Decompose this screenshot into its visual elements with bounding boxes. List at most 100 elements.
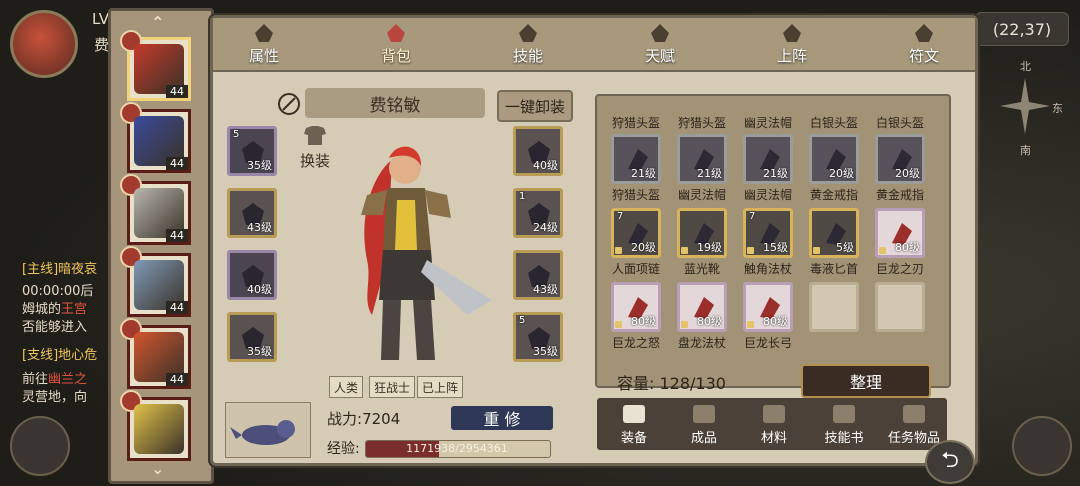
item-name: 白银头盔 <box>809 116 858 130</box>
hero-tag: 狂战士 <box>369 376 416 398</box>
item-count: 7 <box>617 211 624 222</box>
bag-item[interactable]: 80级 <box>677 282 727 332</box>
bag-tab-3[interactable]: 技能书 <box>811 398 877 450</box>
item-name: 巨龙之刃 <box>875 262 924 276</box>
bag-item[interactable]: 19级 <box>677 208 727 258</box>
reforge-button[interactable]: 重 修 <box>451 406 553 430</box>
scroll-up-icon[interactable]: ⌃ <box>151 13 164 32</box>
tab-2[interactable]: 技能 <box>493 18 563 70</box>
empty-bag-slot[interactable] <box>809 282 859 332</box>
item-name: 巨龙之怒 <box>611 336 660 350</box>
side-quest-desc: 前往幽兰之 <box>22 372 88 387</box>
bag-item[interactable]: 21级 <box>677 134 727 184</box>
main-quest-desc: 姆城的王宫 <box>22 302 88 317</box>
item-name: 幽灵法帽 <box>743 188 792 202</box>
unequip-all-button[interactable]: 一键卸装 <box>497 90 573 122</box>
combat-power-value: 7204 <box>362 410 401 428</box>
character-card[interactable]: 44 <box>120 318 191 389</box>
tab-5[interactable]: 符文 <box>889 18 959 70</box>
item-name: 幽灵法帽 <box>743 116 792 130</box>
bag-item[interactable]: 80级 <box>875 208 925 258</box>
bag-item[interactable]: 7 20级 <box>611 208 661 258</box>
scroll-down-icon[interactable]: ⌄ <box>151 459 164 478</box>
equip-slot-left[interactable]: 40级 <box>227 250 277 300</box>
bag-tab-label: 技能书 <box>824 431 864 446</box>
bag-item[interactable]: 21级 <box>743 134 793 184</box>
equip-slot-right[interactable]: 1 24级 <box>513 188 563 238</box>
slot-level: 35级 <box>247 159 272 172</box>
equip-slot-left[interactable]: 43级 <box>227 188 277 238</box>
hero-figure <box>361 146 492 360</box>
slot-level: 35级 <box>247 345 272 358</box>
category-icon <box>763 405 785 423</box>
bag-item[interactable]: 80级 <box>743 282 793 332</box>
character-card[interactable]: 44 <box>120 102 191 173</box>
compass: 北 东 南 <box>990 58 1070 157</box>
slot-count: 5 <box>519 315 526 326</box>
hero-tag: 人类 <box>329 376 364 398</box>
item-count: 7 <box>749 211 756 222</box>
tab-3[interactable]: 天赋 <box>625 18 695 70</box>
lock-icon <box>615 247 622 254</box>
bag-item[interactable]: 5级 <box>809 208 859 258</box>
character-level: 44 <box>166 373 188 386</box>
equip-slot-left[interactable]: 35级 <box>227 312 277 362</box>
equip-slot-left[interactable]: 5 35级 <box>227 126 277 176</box>
empty-bag-slot[interactable] <box>875 282 925 332</box>
character-card[interactable]: 44 <box>120 174 191 245</box>
home-side-button[interactable] <box>1012 416 1072 476</box>
bag-tab-1[interactable]: 成品 <box>671 398 737 450</box>
bag-item[interactable]: 21级 <box>611 134 661 184</box>
item-name: 狩猎头盔 <box>611 116 660 130</box>
slot-count: 5 <box>233 129 240 140</box>
character-card[interactable] <box>120 390 191 461</box>
item-name: 盘龙法杖 <box>677 336 726 350</box>
back-arrow-icon: ⮌ <box>941 448 959 473</box>
hero-name: 费铭敏 <box>305 88 485 118</box>
category-icon <box>623 405 645 423</box>
tab-0[interactable]: 属性 <box>229 18 299 70</box>
eye-icon <box>649 23 671 43</box>
bag-tab-label: 材料 <box>760 431 787 446</box>
tab-1[interactable]: 背包 <box>361 18 431 70</box>
tab-4[interactable]: 上阵 <box>757 18 827 70</box>
pet-slot[interactable] <box>225 402 311 458</box>
pet-creature-icon <box>230 420 295 445</box>
tab-label: 技能 <box>512 46 543 65</box>
pet-side-button[interactable] <box>10 416 70 476</box>
character-card[interactable]: 44 <box>120 246 191 317</box>
item-name: 人面项链 <box>611 262 660 276</box>
tab-label: 天赋 <box>644 46 675 65</box>
item-level: 5级 <box>836 241 854 254</box>
back-button[interactable]: ⮌ <box>925 440 975 484</box>
lock-icon <box>681 247 688 254</box>
compass-star-icon <box>1000 78 1050 134</box>
slot-count: 1 <box>519 191 526 202</box>
equip-slot-right[interactable]: 5 35级 <box>513 312 563 362</box>
category-icon <box>903 405 925 423</box>
equip-slot-right[interactable]: 40级 <box>513 126 563 176</box>
bag-tab-0[interactable]: 装备 <box>601 398 667 450</box>
character-list: ⌃ 44 44 44 44 44 ⌄ <box>108 8 214 484</box>
bag-category-tabs: 装备 成品 材料 技能书 任务物品 <box>597 398 947 450</box>
map-coordinates: (22,37) <box>975 12 1069 46</box>
bag-tab-2[interactable]: 材料 <box>741 398 807 450</box>
main-quest-title[interactable]: [主线]暗夜哀 <box>22 258 97 277</box>
equip-slot-right[interactable]: 43级 <box>513 250 563 300</box>
tab-bar: 属性 背包 技能 天赋 上阵 符文 <box>213 18 975 72</box>
tab-label: 属性 <box>248 46 279 65</box>
compass-east: 东 <box>1052 102 1063 115</box>
rename-quill-icon[interactable] <box>277 92 301 116</box>
bag-tab-label: 任务物品 <box>887 431 940 446</box>
item-name: 巨龙长弓 <box>743 336 792 350</box>
slot-level: 35级 <box>533 345 558 358</box>
item-name: 蓝光靴 <box>683 262 720 276</box>
bag-item[interactable]: 20级 <box>809 134 859 184</box>
sort-button[interactable]: 整理 <box>801 364 931 398</box>
player-avatar[interactable] <box>10 10 78 78</box>
side-quest-title[interactable]: [支线]地心危 <box>22 344 97 363</box>
bag-item[interactable]: 7 15级 <box>743 208 793 258</box>
bag-item[interactable]: 80级 <box>611 282 661 332</box>
bag-item[interactable]: 20级 <box>875 134 925 184</box>
character-card[interactable]: 44 <box>120 30 191 101</box>
